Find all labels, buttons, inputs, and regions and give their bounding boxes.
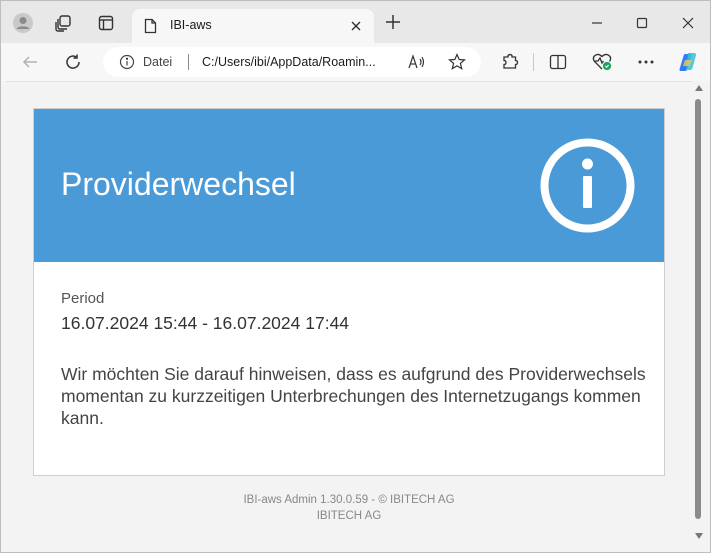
close-window-icon[interactable] [678,13,698,33]
browser-toolbar: Datei C:/Users/ibi/AppData/Roamin... [1,43,710,81]
scroll-down-arrow-icon[interactable] [695,533,703,539]
vertical-scrollbar[interactable] [692,81,706,547]
browser-window: IBI-aws Datei C:/Users/ibi/AppData/Roami… [0,0,711,553]
extensions-icon[interactable] [499,51,521,73]
address-scheme: Datei [143,55,173,69]
notification-card: Providerwechsel Period 16.07.2024 15:44 … [33,108,665,476]
tab-actions-icon[interactable] [94,11,118,35]
scroll-thumb[interactable] [695,99,701,519]
title-bar: IBI-aws [1,1,710,43]
page-footer: IBI-aws Admin 1.30.0.59 - © IBITECH AG I… [6,492,692,524]
footer-company: IBITECH AG [316,510,382,522]
period-value: 16.07.2024 15:44 - 16.07.2024 17:44 [61,313,350,333]
favorite-star-icon[interactable] [448,53,466,76]
split-screen-icon[interactable] [547,51,569,73]
period-label: Period [61,290,105,307]
back-icon[interactable] [19,51,41,73]
copilot-icon[interactable] [677,51,699,73]
profile-avatar-icon[interactable] [11,11,35,35]
site-info-icon[interactable] [119,54,135,75]
read-aloud-icon[interactable] [408,54,426,75]
address-url[interactable]: C:/Users/ibi/AppData/Roamin... [202,55,402,69]
card-header: Providerwechsel [34,109,664,262]
scroll-up-arrow-icon[interactable] [695,85,703,91]
more-options-icon[interactable] [635,51,657,73]
card-title: Providerwechsel [61,166,296,202]
browser-essentials-icon[interactable] [591,51,613,73]
page-file-icon [144,18,157,39]
maximize-icon[interactable] [632,13,652,33]
address-divider [188,54,189,70]
new-tab-icon[interactable] [384,13,402,36]
info-icon [539,137,636,239]
refresh-icon[interactable] [62,51,84,73]
minimize-icon[interactable] [587,13,607,33]
page-viewport: Providerwechsel Period 16.07.2024 15:44 … [6,81,692,547]
tab-title: IBI-aws [170,18,212,32]
footer-version: IBI-aws Admin 1.30.0.59 - © IBITECH AG [243,494,455,506]
address-bar[interactable]: Datei C:/Users/ibi/AppData/Roamin... [103,47,481,77]
tab-close-icon[interactable] [346,16,366,36]
notice-message: Wir möchten Sie darauf hinweisen, dass e… [61,364,646,428]
toolbar-divider [533,53,534,71]
tab-active[interactable]: IBI-aws [132,9,374,43]
workspaces-icon[interactable] [51,11,75,35]
